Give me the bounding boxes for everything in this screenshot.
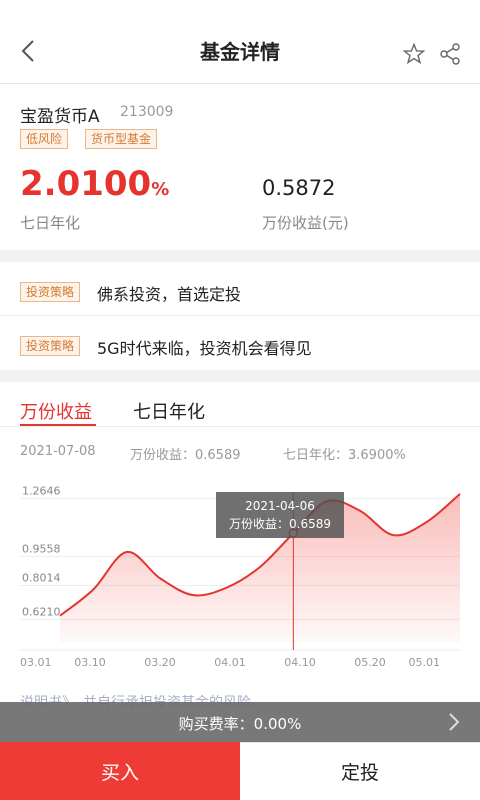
strategy-tag: 投资策略 [20, 336, 81, 356]
fund-code: 213009 [120, 104, 174, 120]
risk-tag: 低风险 [20, 129, 69, 149]
share-icon[interactable] [438, 42, 462, 66]
y-tick-label: 0.8014 [22, 571, 61, 584]
per-10k-income-label: 万份收益(元) [262, 214, 349, 232]
x-tick-label: 05.20 [354, 656, 386, 669]
strategy-text: 5G时代来临，投资机会看得见 [97, 339, 312, 358]
x-tick-label: 03.01 [20, 656, 52, 669]
strategy-tag: 投资策略 [20, 282, 81, 302]
strategy-text: 佛系投资，首选定投 [97, 285, 242, 304]
nav-bar: 基金详情 [0, 0, 480, 84]
chart-card: 万份收益 七日年化 2021-07-08 万份收益：0.6589 七日年化：3.… [0, 382, 480, 702]
seven-day-yield: 2.0100% [20, 164, 169, 204]
buy-button[interactable]: 买入 [0, 742, 240, 800]
seven-day-yield-label: 七日年化 [20, 214, 81, 232]
x-tick-label: 03.10 [74, 656, 106, 669]
seven-day-yield-value: 2.0100 [20, 164, 152, 204]
x-tick-label: 03.20 [144, 656, 176, 669]
chart-tooltip: 2021-04-06 万份收益：0.6589 [216, 492, 344, 538]
per-10k-income-value: 0.5872 [262, 176, 336, 200]
seven-day-yield-unit: % [151, 179, 170, 200]
strategy-item[interactable]: 投资策略 5G时代来临，投资机会看得见 [0, 316, 480, 370]
x-tick-label: 05.01 [409, 656, 441, 669]
tooltip-date: 2021-04-06 [245, 499, 315, 513]
fixed-invest-button[interactable]: 定投 [240, 742, 480, 800]
chevron-right-icon [449, 713, 460, 731]
fund-info-card: 宝盈货币A 213009 低风险 货币型基金 2.0100% 七日年化 0.58… [0, 84, 480, 250]
tooltip-value: 万份收益：0.6589 [229, 517, 331, 531]
fee-rate-text: 购买费率：0.00% [178, 715, 302, 733]
y-tick-label: 0.9558 [22, 543, 61, 556]
y-tick-label: 0.6210 [22, 605, 61, 618]
strategy-list: 投资策略 佛系投资，首选定投 投资策略 5G时代来临，投资机会看得见 [0, 262, 480, 370]
x-tick-label: 04.01 [214, 656, 246, 669]
strategy-item[interactable]: 投资策略 佛系投资，首选定投 [0, 262, 480, 316]
star-icon[interactable] [402, 42, 426, 66]
fund-name: 宝盈货币A [20, 107, 100, 127]
income-chart[interactable]: 1.2646 0.9558 0.8014 0.6210 03.01 03.10 03.20 0… [0, 382, 480, 702]
fund-type-tag: 货币型基金 [85, 129, 158, 149]
x-tick-label: 04.10 [284, 656, 316, 669]
y-tick-label: 1.2646 [22, 485, 61, 498]
fee-bar[interactable]: 购买费率：0.00% [0, 702, 480, 742]
